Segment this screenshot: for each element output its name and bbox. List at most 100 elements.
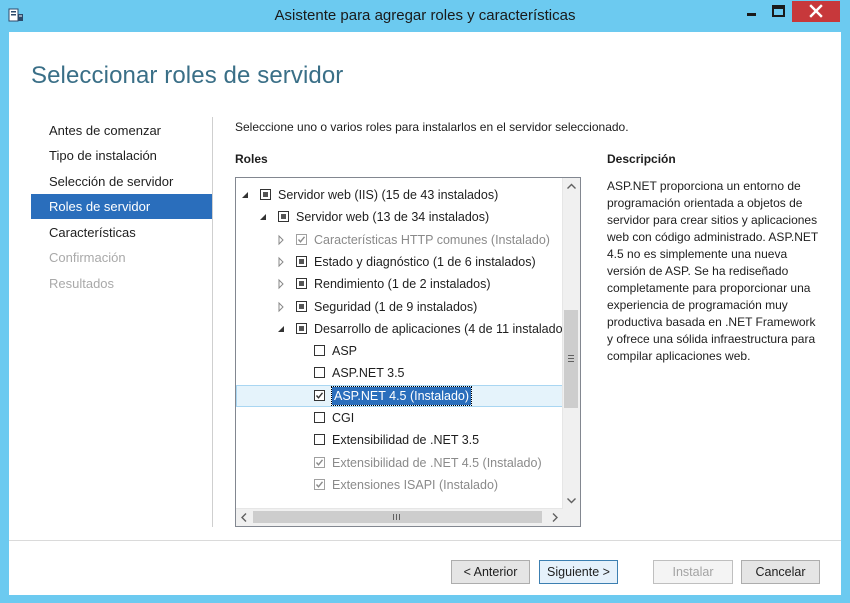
cancel-button[interactable]: Cancelar <box>741 560 820 584</box>
indeterminate-mark-icon <box>299 281 304 287</box>
tree-item-label: Servidor web (13 de 34 instalados) <box>296 210 490 225</box>
role-checkbox[interactable] <box>314 389 325 401</box>
indeterminate-mark-icon <box>281 214 286 220</box>
nav-item-caracteristicas[interactable]: Características <box>31 220 212 245</box>
expanded-arrow-icon[interactable] <box>276 318 286 340</box>
roles-tree[interactable]: Servidor web (IIS) (15 de 43 instalados)… <box>235 177 581 527</box>
role-checkbox[interactable] <box>278 211 289 223</box>
scrollbar-corner <box>563 509 580 526</box>
collapsed-arrow-icon[interactable] <box>276 251 286 273</box>
close-button[interactable] <box>792 1 840 22</box>
scroll-up-icon[interactable] <box>563 178 580 195</box>
role-checkbox[interactable] <box>314 345 325 357</box>
expanded-arrow-icon[interactable] <box>240 184 250 206</box>
checkmark-icon <box>297 235 306 243</box>
checkmark-icon <box>315 481 324 488</box>
horizontal-scroll-thumb[interactable] <box>253 511 542 523</box>
role-checkbox <box>314 478 325 490</box>
minimize-icon <box>747 13 756 16</box>
role-checkbox[interactable] <box>260 189 271 200</box>
tree-item[interactable]: Extensiones ISAPI (Instalado) <box>236 474 563 496</box>
previous-button[interactable]: < Anterior <box>451 560 530 584</box>
nav-item-roles-de-servidor[interactable]: Roles de servidor <box>31 194 212 219</box>
instruction-text: Seleccione uno o varios roles para insta… <box>235 120 629 134</box>
indeterminate-mark-icon <box>299 303 304 309</box>
tree-item-label: Extensibilidad de .NET 3.5 <box>332 433 480 448</box>
tree-item[interactable]: ASP <box>236 340 563 362</box>
tree-item[interactable]: Desarrollo de aplicaciones (4 de 11 inst… <box>236 318 563 340</box>
tree-item-label: Desarrollo de aplicaciones (4 de 11 inst… <box>314 321 563 336</box>
role-checkbox[interactable] <box>314 412 325 423</box>
tree-item[interactable]: Seguridad (1 de 9 instalados) <box>236 296 563 318</box>
collapsed-arrow-icon[interactable] <box>276 273 286 295</box>
role-checkbox <box>314 456 325 468</box>
nav-item-confirmacion: Confirmación <box>49 250 126 265</box>
tree-item[interactable]: Características HTTP comunes (Instalado) <box>236 229 563 251</box>
footer-divider <box>9 540 841 541</box>
tree-item[interactable]: Extensibilidad de .NET 3.5 <box>236 429 563 451</box>
checkmark-icon <box>315 458 324 466</box>
roles-label: Roles <box>235 152 268 166</box>
nav-item-resultados: Resultados <box>49 276 115 291</box>
scroll-down-icon[interactable] <box>563 492 580 509</box>
tree-item[interactable]: Extensibilidad de .NET 4.5 (Instalado) <box>236 452 563 474</box>
checkmark-icon <box>315 392 324 399</box>
role-checkbox[interactable] <box>314 367 325 379</box>
tree-item-label: ASP.NET 4.5 (Instalado) <box>330 385 473 406</box>
indeterminate-mark-icon <box>299 325 304 331</box>
next-button[interactable]: Siguiente > <box>539 560 618 584</box>
vertical-scroll-thumb[interactable] <box>564 310 578 408</box>
page-title: Seleccionar roles de servidor <box>31 62 344 89</box>
window-title: Asistente para agregar roles y caracterí… <box>274 7 576 24</box>
tree-item[interactable]: Servidor web (IIS) (15 de 43 instalados) <box>236 184 563 206</box>
tree-item[interactable]: ASP.NET 3.5 <box>236 362 563 384</box>
tree-item-label: ASP <box>332 344 358 359</box>
header: Seleccionar roles de servidor <box>9 32 841 106</box>
scroll-right-icon[interactable] <box>546 509 563 526</box>
grip-icon <box>393 514 400 520</box>
tree-item[interactable]: ASP.NET 4.5 (Instalado) <box>236 384 563 407</box>
role-checkbox[interactable] <box>296 255 307 267</box>
horizontal-scrollbar[interactable] <box>236 508 563 526</box>
tree-item-label: Seguridad (1 de 9 instalados) <box>314 299 478 314</box>
install-button: Instalar <box>653 560 733 584</box>
tree-item-label: Rendimiento (1 de 2 instalados) <box>314 277 491 292</box>
role-checkbox[interactable] <box>296 300 307 312</box>
tree-item-label: CGI <box>332 411 355 425</box>
nav-item-antes-de-comenzar[interactable]: Antes de comenzar <box>31 118 212 143</box>
role-checkbox[interactable] <box>296 278 307 290</box>
minimize-button[interactable] <box>738 1 765 22</box>
close-icon <box>809 4 823 18</box>
title-bar[interactable]: Asistente para agregar roles y caracterí… <box>0 0 850 32</box>
expanded-arrow-icon[interactable] <box>258 206 268 228</box>
tree-item-label: Características HTTP comunes (Instalado) <box>314 232 550 247</box>
nav-item-seleccion-de-servidor[interactable]: Selección de servidor <box>31 169 212 194</box>
tree-item[interactable]: Estado y diagnóstico (1 de 6 instalados) <box>236 251 563 273</box>
scroll-left-icon[interactable] <box>236 509 253 526</box>
wizard-window: Asistente para agregar roles y caracterí… <box>0 0 850 603</box>
tree-item[interactable]: CGI <box>236 407 563 429</box>
description-title: Descripción <box>607 152 676 166</box>
maximize-icon <box>772 5 785 17</box>
description-text: ASP.NET proporciona un entorno de progra… <box>607 179 819 363</box>
vertical-scrollbar[interactable] <box>562 178 580 509</box>
collapsed-arrow-icon[interactable] <box>276 229 286 251</box>
tree-item-label: Extensiones ISAPI (Instalado) <box>332 477 499 492</box>
collapsed-arrow-icon[interactable] <box>276 296 286 318</box>
indeterminate-mark-icon <box>263 192 268 197</box>
tree-item-label: ASP.NET 3.5 <box>332 366 405 381</box>
maximize-button[interactable] <box>765 1 792 22</box>
tree-item[interactable]: Servidor web (13 de 34 instalados) <box>236 206 563 228</box>
role-checkbox <box>296 233 307 245</box>
tree-item-label: Servidor web (IIS) (15 de 43 instalados) <box>278 188 499 202</box>
grip-icon <box>568 355 574 362</box>
roles-tree-rows: Servidor web (IIS) (15 de 43 instalados)… <box>236 178 563 509</box>
nav-divider <box>212 117 213 527</box>
nav-item-tipo-de-instalacion[interactable]: Tipo de instalación <box>31 143 212 168</box>
role-checkbox[interactable] <box>296 322 307 334</box>
wizard-client-area: Seleccionar roles de servidor Antes de c… <box>9 32 841 595</box>
tree-item-label: Extensibilidad de .NET 4.5 (Instalado) <box>332 455 542 470</box>
tree-item[interactable]: Rendimiento (1 de 2 instalados) <box>236 273 563 295</box>
indeterminate-mark-icon <box>299 258 304 264</box>
role-checkbox[interactable] <box>314 434 325 446</box>
